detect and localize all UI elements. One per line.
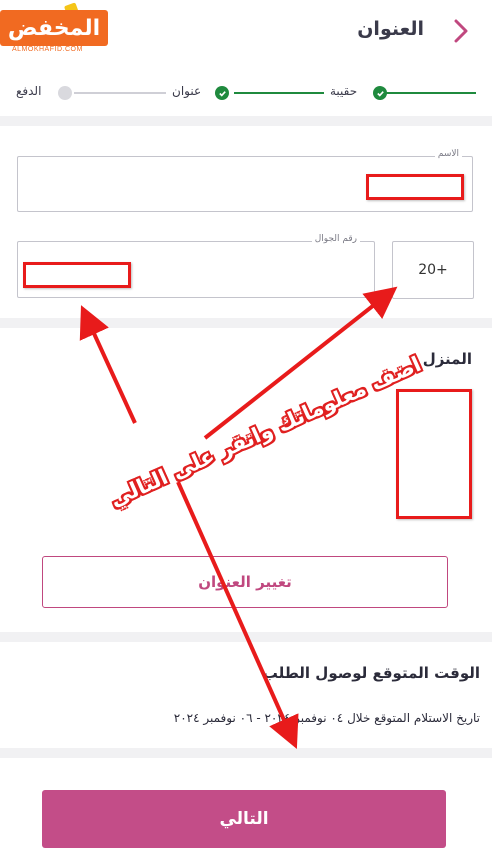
chevron-right-icon: [454, 19, 468, 43]
logo-subtext: ALMOKHAFID.COM: [12, 46, 83, 53]
page-title: العنوان: [357, 18, 424, 40]
arrow-to-phone: [79, 305, 137, 424]
stepper-line-1: [234, 92, 324, 94]
stepper-line-start: [386, 92, 476, 94]
step-1-label: حقيبة: [330, 84, 358, 98]
step-2-label: عنوان: [172, 84, 202, 98]
country-code-selector[interactable]: +20: [392, 241, 474, 299]
address-title: المنزل: [422, 350, 472, 368]
step-1-check-icon: [373, 86, 387, 100]
header: العنوان المخفض ALMOKHAFID.COM: [0, 0, 492, 62]
divider: [0, 632, 492, 642]
arrow-to-next: [176, 481, 299, 749]
annotation-text: اضف معلوماتك وانقر على التالي: [106, 351, 425, 512]
back-button[interactable]: [450, 18, 472, 44]
checkout-address-page: العنوان المخفض ALMOKHAFID.COM حقيبة عنوا…: [0, 0, 492, 864]
phone-field-label: رقم الجوال: [311, 234, 360, 244]
checkout-stepper: حقيبة عنوان الدفع: [0, 80, 492, 106]
stepper-line-2: [74, 92, 166, 94]
next-button[interactable]: التالي: [42, 790, 446, 848]
divider: [0, 116, 492, 126]
divider: [0, 318, 492, 328]
redaction-box: [366, 174, 464, 200]
logo-text: المخفض: [0, 10, 108, 46]
delivery-title: الوقت المتوقع لوصول الطلب: [262, 664, 480, 682]
change-address-button[interactable]: تغيير العنوان: [42, 556, 448, 608]
step-3-dot-icon: [58, 86, 72, 100]
delivery-date: تاريخ الاستلام المتوقع خلال ٠٤ نوفمبر ٢٠…: [173, 711, 480, 725]
step-3-label: الدفع: [16, 84, 42, 98]
step-2-check-icon: [215, 86, 229, 100]
site-logo: المخفض ALMOKHAFID.COM: [0, 2, 112, 56]
name-field-label: الاسم: [434, 149, 462, 159]
redaction-box: [23, 262, 131, 288]
redaction-box: [396, 389, 472, 519]
divider: [0, 748, 492, 758]
